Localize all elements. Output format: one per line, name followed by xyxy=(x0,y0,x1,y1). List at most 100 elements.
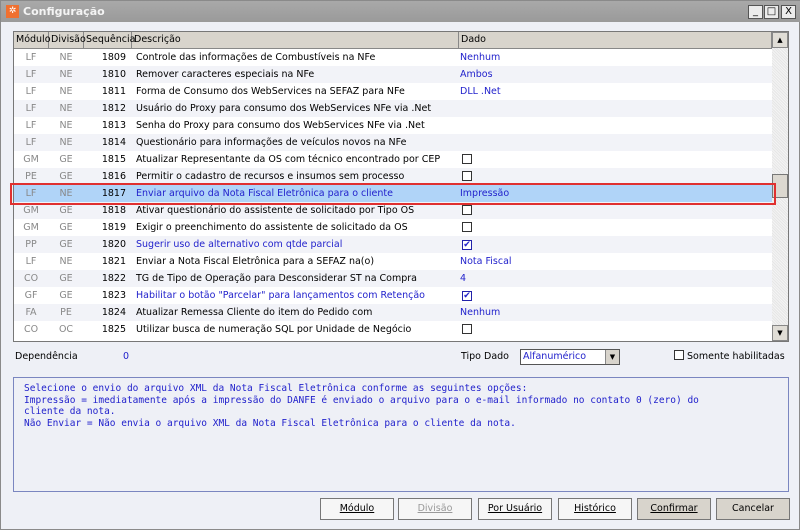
cell-dado[interactable]: Nenhum xyxy=(460,304,500,321)
cell-dado[interactable] xyxy=(460,202,472,219)
table-row[interactable]: LF NE 1817 Enviar arquivo da Nota Fiscal… xyxy=(14,185,772,202)
table-row[interactable]: PP GE 1820 Sugerir uso de alternativo co… xyxy=(14,236,772,253)
table-row[interactable]: LF NE 1810 Remover caracteres especiais … xyxy=(14,66,772,83)
cell-divisao: NE xyxy=(59,52,73,63)
modulo-button[interactable]: Módulo xyxy=(320,498,394,520)
cell-sequencia: 1813 xyxy=(101,120,126,131)
table-row[interactable]: PE GE 1816 Permitir o cadastro de recurs… xyxy=(14,168,772,185)
tipo-dado-select[interactable]: Alfanumérico ▼ xyxy=(520,349,620,365)
cell-dado[interactable]: Nota Fiscal xyxy=(460,253,512,270)
scroll-down-icon[interactable]: ▼ xyxy=(772,325,788,341)
cell-descricao: Enviar a Nota Fiscal Eletrônica para a S… xyxy=(136,256,375,267)
cell-sequencia: 1823 xyxy=(101,290,126,301)
col-descricao[interactable]: Descrição xyxy=(132,32,459,48)
vertical-scrollbar[interactable]: ▲ ▼ xyxy=(772,32,788,341)
cell-dado[interactable]: Ambos xyxy=(460,66,493,83)
cell-modulo: GF xyxy=(24,290,38,301)
table-row[interactable]: GM GE 1818 Ativar questionário do assist… xyxy=(14,202,772,219)
cell-dado[interactable]: Nenhum xyxy=(460,49,500,66)
cell-sequencia: 1816 xyxy=(101,171,126,182)
cell-modulo: GM xyxy=(23,222,39,233)
somente-habilitadas-label[interactable]: Somente habilitadas xyxy=(687,351,785,362)
checkbox[interactable] xyxy=(462,154,472,164)
cell-modulo: FA xyxy=(25,307,37,318)
checkbox[interactable] xyxy=(462,171,472,181)
col-modulo[interactable]: Módulo xyxy=(14,32,51,48)
por-usuario-button[interactable]: Por Usuário xyxy=(478,498,552,520)
cell-divisao: NE xyxy=(59,120,73,131)
scroll-thumb[interactable] xyxy=(772,174,788,198)
col-dado[interactable]: Dado xyxy=(459,32,772,48)
checkbox[interactable] xyxy=(462,222,472,232)
cancelar-button[interactable]: Cancelar xyxy=(716,498,790,520)
cell-dado[interactable]: 4 xyxy=(460,270,466,287)
config-grid[interactable]: Módulo Divisão Sequência Descrição Dado … xyxy=(13,31,789,342)
checkbox[interactable] xyxy=(462,324,472,334)
cell-descricao: Sugerir uso de alternativo com qtde parc… xyxy=(136,239,343,250)
cell-sequencia: 1821 xyxy=(101,256,126,267)
cell-divisao: NE xyxy=(59,103,73,114)
cell-descricao: Controle das informações de Combustíveis… xyxy=(136,52,376,63)
cell-dado[interactable]: Impressão xyxy=(460,185,509,202)
cell-sequencia: 1817 xyxy=(101,188,126,199)
historico-button[interactable]: Histórico xyxy=(558,498,632,520)
cell-divisao: GE xyxy=(59,273,73,284)
cell-divisao: PE xyxy=(60,307,72,318)
table-row[interactable]: LF NE 1813 Senha do Proxy para consumo d… xyxy=(14,117,772,134)
chevron-down-icon[interactable]: ▼ xyxy=(605,350,619,364)
cell-dado[interactable]: DLL .Net xyxy=(460,83,501,100)
confirmar-button[interactable]: Confirmar xyxy=(637,498,711,520)
cell-modulo: LF xyxy=(25,52,37,63)
cell-dado[interactable] xyxy=(460,168,472,185)
table-row[interactable]: FA PE 1824 Atualizar Remessa Cliente do … xyxy=(14,304,772,321)
col-divisao[interactable]: Divisão xyxy=(49,32,86,48)
checked-checkbox[interactable]: ✔ xyxy=(462,240,472,250)
grid-header: Módulo Divisão Sequência Descrição Dado xyxy=(14,32,772,49)
cell-descricao: Questionário para informações de veículo… xyxy=(136,137,407,148)
divisao-button[interactable]: Divisão xyxy=(398,498,472,520)
table-row[interactable]: CO GE 1822 TG de Tipo de Operação para D… xyxy=(14,270,772,287)
table-row[interactable]: LF NE 1811 Forma de Consumo dos WebServi… xyxy=(14,83,772,100)
cell-sequencia: 1811 xyxy=(101,86,126,97)
cell-sequencia: 1814 xyxy=(101,137,126,148)
tipo-dado-value: Alfanumérico xyxy=(523,351,587,362)
cell-sequencia: 1824 xyxy=(101,307,126,318)
table-row[interactable]: GM GE 1819 Exigir o preenchimento do ass… xyxy=(14,219,772,236)
table-row[interactable]: CO OC 1825 Utilizar busca de numeração S… xyxy=(14,321,772,338)
cell-modulo: GM xyxy=(23,205,39,216)
table-row[interactable]: GF GE 1823 Habilitar o botão "Parcelar" … xyxy=(14,287,772,304)
scroll-up-icon[interactable]: ▲ xyxy=(772,32,788,48)
table-row[interactable]: GM GE 1815 Atualizar Representante da OS… xyxy=(14,151,772,168)
cell-dado[interactable] xyxy=(460,151,472,168)
minimize-button[interactable]: _ xyxy=(748,5,763,19)
table-row[interactable]: LF NE 1821 Enviar a Nota Fiscal Eletrôni… xyxy=(14,253,772,270)
checkbox[interactable] xyxy=(462,205,472,215)
cell-descricao: Remover caracteres especiais na NFe xyxy=(136,69,315,80)
cell-descricao: Usuário do Proxy para consumo dos WebSer… xyxy=(136,103,432,114)
cell-modulo: LF xyxy=(25,103,37,114)
cell-divisao: GE xyxy=(59,171,73,182)
maximize-button[interactable]: □ xyxy=(764,5,779,19)
cell-divisao: GE xyxy=(59,290,73,301)
cell-dado[interactable]: ✔ xyxy=(460,236,472,253)
cell-dado[interactable] xyxy=(460,321,472,338)
description-box: Selecione o envio do arquivo XML da Nota… xyxy=(13,377,789,492)
somente-habilitadas-checkbox[interactable] xyxy=(674,350,684,360)
cell-dado[interactable]: ✔ xyxy=(460,287,472,304)
cell-sequencia: 1810 xyxy=(101,69,126,80)
table-row[interactable]: LF NE 1814 Questionário para informações… xyxy=(14,134,772,151)
cell-descricao: Exigir o preenchimento do assistente de … xyxy=(136,222,408,233)
cell-dado[interactable] xyxy=(460,219,472,236)
table-row[interactable]: LF NE 1812 Usuário do Proxy para consumo… xyxy=(14,100,772,117)
cell-modulo: CO xyxy=(23,324,39,335)
cell-sequencia: 1809 xyxy=(101,52,126,63)
cell-descricao: Atualizar Remessa Cliente do item do Ped… xyxy=(136,307,373,318)
close-button[interactable]: X xyxy=(781,5,796,19)
dependencia-value: 0 xyxy=(123,351,130,362)
cell-modulo: PP xyxy=(25,239,37,250)
col-sequencia[interactable]: Sequência xyxy=(84,32,135,48)
table-row[interactable]: LF NE 1809 Controle das informações de C… xyxy=(14,49,772,66)
cell-sequencia: 1820 xyxy=(101,239,126,250)
checked-checkbox[interactable]: ✔ xyxy=(462,291,472,301)
cell-sequencia: 1822 xyxy=(101,273,126,284)
